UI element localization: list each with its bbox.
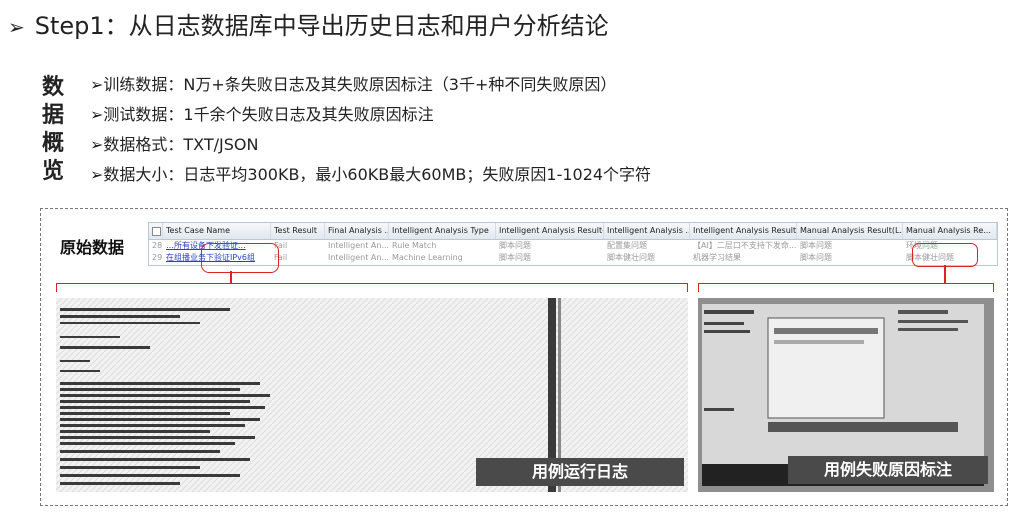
col-ia-result-2[interactable]: Intelligent Analysis ... [604, 223, 690, 239]
grid-cell: Intelligent An... [328, 241, 389, 250]
col-ia-result-1[interactable]: Intelligent Analysis Result(... [496, 223, 604, 239]
slide-title: ➢ Step1：从日志数据库中导出历史日志和用户分析结论 [8, 6, 609, 41]
grid-cell: 机器学习结果 [693, 253, 741, 262]
col-manual-result-1[interactable]: Manual Analysis Result(L... [797, 223, 903, 239]
highlight-oval-manual [912, 243, 978, 267]
raw-data-label: 原始数据 [60, 238, 125, 257]
caption-annotation: 用例失败原因标注 [788, 456, 988, 484]
highlight-oval-case [201, 243, 279, 273]
row-number: 29 [152, 253, 163, 262]
grid-cell: 配置集问题 [607, 241, 647, 250]
select-all-checkbox[interactable] [149, 223, 163, 239]
title-bullet-icon: ➢ [8, 15, 25, 39]
bullet-testing: ➢测试数据：1千余个失败日志及其失败原因标注 [90, 105, 434, 124]
brace-left [56, 283, 688, 292]
col-ia-result-3[interactable]: Intelligent Analysis Result(... [690, 223, 797, 239]
grid-cell: Fail [274, 253, 288, 262]
row-number: 28 [152, 241, 163, 250]
col-manual-result-2[interactable]: Manual Analysis Re... [903, 223, 997, 239]
run-log-image: 用例运行日志 [56, 298, 688, 492]
connector-line [944, 265, 946, 283]
overview-bullets: ➢训练数据：N万+条失败日志及其失败原因标注（3千+种不同失败原因） ➢测试数据… [90, 70, 651, 190]
bullet-size: ➢数据大小：日志平均300KB，最小60KB最大60MB；失败原因1-1024个… [90, 165, 652, 184]
col-final-analysis[interactable]: Final Analysis ... [325, 223, 389, 239]
slide-title-text: Step1：从日志数据库中导出历史日志和用户分析结论 [34, 12, 609, 40]
vertical-char: 数 [42, 75, 65, 100]
col-ia-type[interactable]: Intelligent Analysis Type [389, 223, 496, 239]
grid-cell: 脚本健壮问题 [607, 253, 655, 262]
col-test-case-name[interactable]: Test Case Name [163, 223, 271, 239]
grid-cell: 脚本问题 [800, 241, 832, 250]
grid-cell: 脚本问题 [499, 241, 531, 250]
bullet-format: ➢数据格式：TXT/JSON [90, 135, 259, 154]
annotation-image: 用例失败原因标注 [698, 298, 994, 492]
caption-run-log: 用例运行日志 [476, 458, 684, 486]
grid-cell: Rule Match [392, 241, 437, 250]
bullet-training: ➢训练数据：N万+条失败日志及其失败原因标注（3千+种不同失败原因） [90, 75, 617, 94]
grid-header: Test Case Name Test Result Final Analysi… [149, 223, 997, 240]
vertical-char: 览 [42, 159, 65, 184]
vertical-char: 概 [42, 131, 65, 156]
brace-right [698, 283, 994, 292]
grid-cell: Fail [274, 241, 288, 250]
grid-cell: Intelligent An... [328, 253, 389, 262]
connector-line [230, 271, 232, 283]
overview-vertical-label: 数 据 概 览 [42, 74, 72, 186]
col-test-result[interactable]: Test Result [271, 223, 325, 239]
grid-cell: 脚本问题 [499, 253, 531, 262]
grid-cell: 脚本问题 [800, 253, 832, 262]
grid-cell: Machine Learning [392, 253, 463, 262]
vertical-char: 据 [42, 103, 65, 128]
grid-cell: 【AI】二层口不支持下发命... [693, 241, 797, 250]
